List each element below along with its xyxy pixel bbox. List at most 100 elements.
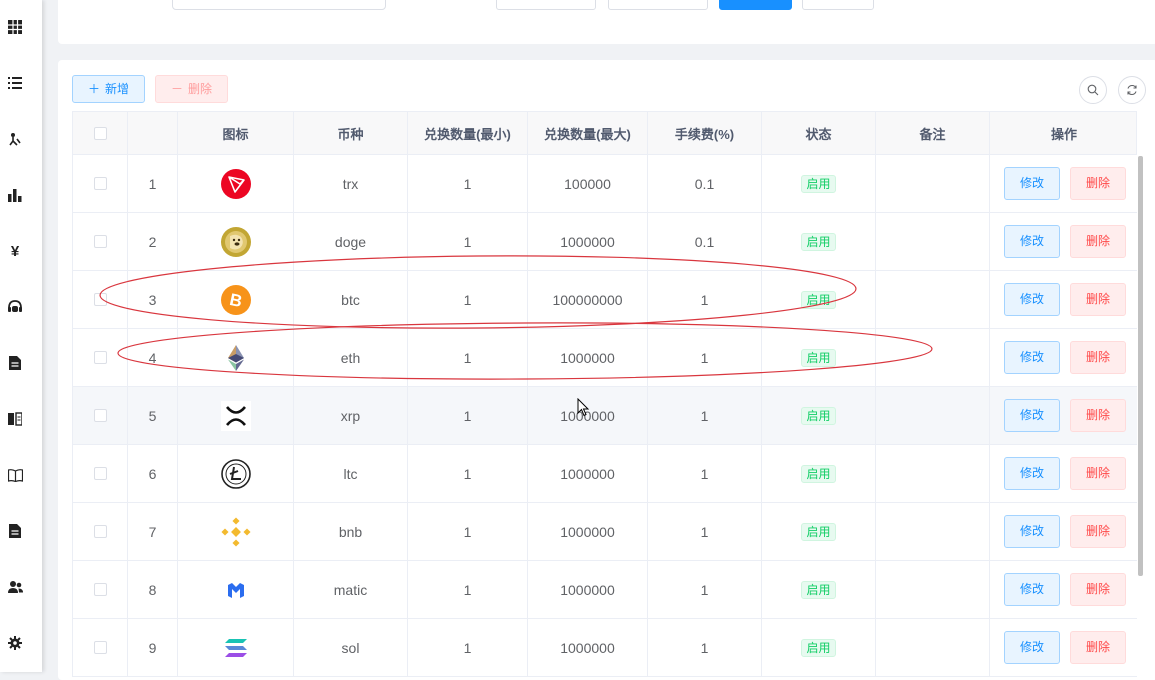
add-button[interactable]: ＋新增 [72, 75, 145, 103]
row-checkbox[interactable] [93, 177, 107, 190]
search-input[interactable] [172, 0, 386, 10]
row-icon-cell: B [178, 271, 294, 328]
row-ops: 修改 删除 [990, 213, 1138, 270]
edit-button[interactable]: 修改 [1004, 283, 1060, 316]
search-button[interactable] [719, 0, 792, 10]
delete-button[interactable]: 删除 [1070, 573, 1126, 606]
row-max: 1000000 [528, 619, 648, 676]
edit-button[interactable]: 修改 [1004, 167, 1060, 200]
row-checkbox[interactable] [93, 583, 107, 596]
row-checkbox[interactable] [93, 351, 107, 364]
row-ops: 修改 删除 [990, 503, 1138, 560]
table-row[interactable]: 1 trx 1 100000 0.1 启用 修改 删除 [72, 155, 1137, 213]
delete-button[interactable]: 删除 [1070, 515, 1126, 548]
network-icon[interactable] [7, 131, 23, 147]
row-status-cell: 启用 [762, 387, 876, 444]
delete-button[interactable]: 删除 [1070, 457, 1126, 490]
table-row[interactable]: 8 matic 1 1000000 1 启用 修改 删除 [72, 561, 1137, 619]
date-start-input[interactable] [496, 0, 596, 10]
select-all-checkbox[interactable] [93, 126, 107, 140]
table-row[interactable]: 7 bnb 1 1000000 1 启用 修改 删除 [72, 503, 1137, 561]
row-ops: 修改 删除 [990, 445, 1138, 502]
table-row[interactable]: 5 xrp 1 1000000 1 启用 修改 删除 [72, 387, 1137, 445]
row-icon-cell [178, 155, 294, 212]
row-checkbox[interactable] [93, 641, 107, 654]
edit-button[interactable]: 修改 [1004, 631, 1060, 664]
edit-button[interactable]: 修改 [1004, 225, 1060, 258]
row-ops: 修改 删除 [990, 329, 1138, 386]
row-checkbox[interactable] [93, 409, 107, 422]
table-header: 图标 币种 兑换数量(最小) 兑换数量(最大) 手续费(%) 状态 备注 操作 [72, 111, 1137, 155]
file-icon[interactable] [7, 523, 23, 539]
row-min: 1 [408, 271, 528, 328]
edit-button[interactable]: 修改 [1004, 341, 1060, 374]
row-index: 4 [128, 329, 178, 386]
row-index: 8 [128, 561, 178, 618]
delete-button[interactable]: 删除 [1070, 341, 1126, 374]
row-ops: 修改 删除 [990, 155, 1138, 212]
ltc-icon [220, 458, 251, 489]
row-remark [876, 387, 990, 444]
open-book-icon[interactable] [7, 467, 23, 483]
edit-button[interactable]: 修改 [1004, 399, 1060, 432]
edit-button[interactable]: 修改 [1004, 515, 1060, 548]
row-currency: trx [294, 155, 408, 212]
table-row[interactable]: 6 ltc 1 1000000 1 启用 修改 删除 [72, 445, 1137, 503]
row-checkbox[interactable] [93, 235, 107, 248]
row-remark [876, 619, 990, 676]
delete-button[interactable]: 删除 [1070, 167, 1126, 200]
table-row[interactable]: 4 eth 1 1000000 1 启用 修改 删除 [72, 329, 1137, 387]
book-icon[interactable] [7, 411, 23, 427]
yen-icon[interactable]: ¥ [7, 243, 23, 259]
select-all-cell [73, 112, 128, 154]
row-select-cell [73, 503, 128, 560]
gear-icon[interactable] [7, 635, 23, 651]
document-icon[interactable] [7, 355, 23, 371]
delete-button[interactable]: 删除 [1070, 225, 1126, 258]
date-end-input[interactable] [608, 0, 708, 10]
table-scrollbar[interactable] [1138, 156, 1143, 576]
row-icon-cell [178, 445, 294, 502]
row-ops: 修改 删除 [990, 619, 1138, 676]
plus-icon: ＋ [88, 82, 101, 96]
row-checkbox[interactable] [93, 467, 107, 480]
delete-button[interactable]: 删除 [1070, 631, 1126, 664]
edit-button[interactable]: 修改 [1004, 457, 1060, 490]
row-icon-cell [178, 213, 294, 270]
row-min: 1 [408, 387, 528, 444]
row-max: 100000000 [528, 271, 648, 328]
row-status-cell: 启用 [762, 213, 876, 270]
row-min: 1 [408, 445, 528, 502]
toggle-search-button[interactable] [1079, 76, 1107, 104]
index-header [128, 112, 178, 154]
status-badge: 启用 [801, 638, 836, 657]
delete-button[interactable]: 删除 [1070, 283, 1126, 316]
refresh-icon [1127, 84, 1137, 96]
table-icon[interactable] [7, 19, 23, 35]
chart-icon[interactable] [7, 187, 23, 203]
table-row[interactable]: 9 sol 1 1000000 1 启用 修改 删除 [72, 619, 1137, 677]
row-remark [876, 329, 990, 386]
users-icon[interactable] [7, 579, 23, 595]
doge-icon [220, 226, 251, 257]
service-icon[interactable] [7, 299, 23, 315]
row-select-cell [73, 213, 128, 270]
row-checkbox[interactable] [93, 293, 107, 306]
reset-button[interactable] [802, 0, 874, 10]
row-index: 5 [128, 387, 178, 444]
row-min: 1 [408, 155, 528, 212]
row-max: 1000000 [528, 445, 648, 502]
batch-delete-button[interactable]: －删除 [155, 75, 228, 103]
refresh-button[interactable] [1118, 76, 1146, 104]
row-checkbox[interactable] [93, 525, 107, 538]
list-icon[interactable] [7, 75, 23, 91]
table-row[interactable]: 3 Bbtc 1 100000000 1 启用 修改 删除 [72, 271, 1137, 329]
edit-button[interactable]: 修改 [1004, 573, 1060, 606]
trx-icon [220, 168, 251, 199]
row-index: 2 [128, 213, 178, 270]
table-row[interactable]: 2 doge 1 1000000 0.1 启用 修改 删除 [72, 213, 1137, 271]
delete-button[interactable]: 删除 [1070, 399, 1126, 432]
row-remark [876, 445, 990, 502]
row-max: 1000000 [528, 561, 648, 618]
status-badge: 启用 [801, 406, 836, 425]
